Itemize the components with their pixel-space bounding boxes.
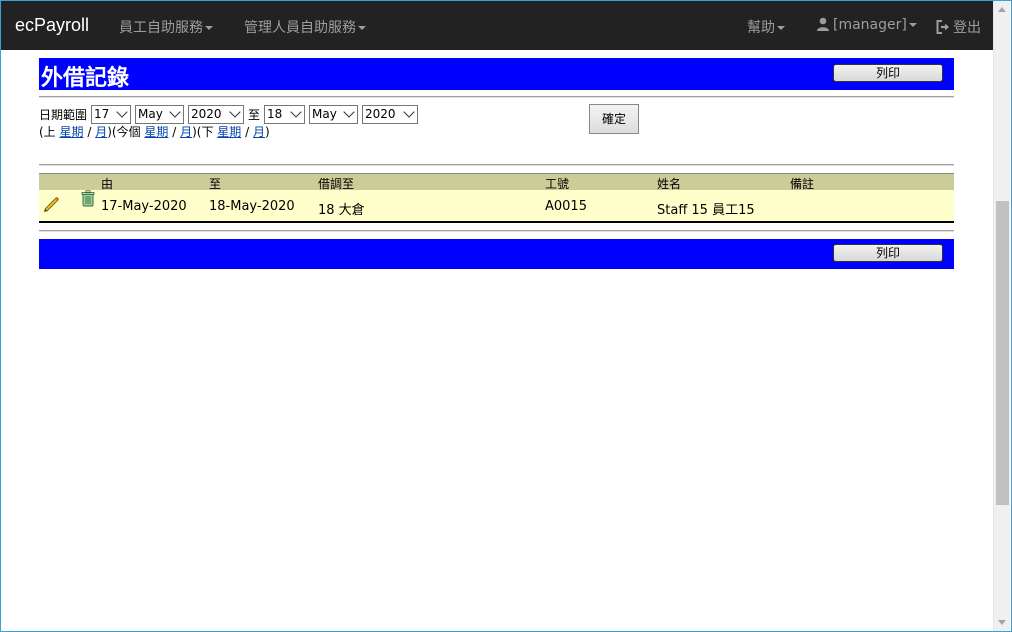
chevron-down-icon — [116, 106, 128, 118]
chevron-down-icon — [343, 106, 355, 118]
page-title: 外借記錄 — [41, 66, 130, 91]
pencil-icon[interactable] — [43, 196, 59, 212]
trash-icon[interactable] — [80, 190, 96, 207]
chevron-down-icon — [358, 26, 366, 30]
vertical-scrollbar[interactable] — [993, 1, 1010, 631]
to-day-value: 18 — [267, 107, 283, 121]
from-day-value: 17 — [94, 107, 110, 121]
chevron-down-icon — [403, 106, 415, 118]
this-week-link[interactable]: 星期 — [144, 125, 168, 139]
cell-from: 17-May-2020 — [101, 199, 187, 214]
to-month-select[interactable]: May — [309, 104, 359, 124]
scroll-thumb[interactable] — [996, 201, 1009, 505]
chevron-down-icon — [205, 26, 213, 30]
menu-user-label: [manager] — [833, 17, 907, 33]
print-button-top[interactable]: 列印 — [833, 64, 943, 82]
menu-employee-label: 員工自助服務 — [119, 20, 203, 36]
to-year-select[interactable]: 2020 — [362, 104, 419, 124]
cell-name: Staff 15 員工15 — [657, 203, 755, 218]
from-year-value: 2020 — [191, 107, 222, 121]
date-range-separator: 至 — [248, 107, 261, 122]
divider — [39, 96, 954, 98]
link-slash: / — [168, 125, 181, 139]
links-close: ) — [264, 125, 270, 139]
from-month-value: May — [138, 107, 163, 121]
logout-icon — [936, 20, 949, 34]
table-header: 由 至 借調至 工號 姓名 備註 — [39, 173, 954, 191]
to-year-value: 2020 — [365, 107, 396, 121]
menu-help-label: 幫助 — [747, 20, 775, 36]
chevron-down-icon — [777, 26, 785, 30]
link-slash: / — [241, 125, 253, 139]
next-prefix: )(下 — [192, 125, 218, 139]
cell-to: 18-May-2020 — [209, 199, 295, 214]
title-bar: 外借記錄 列印 — [39, 58, 954, 91]
menu-manager-label: 管理人員自助服務 — [244, 20, 356, 36]
cell-transfer-to: 18 大倉 — [318, 203, 365, 218]
menu-logout[interactable]: 登出 — [936, 17, 981, 37]
from-month-select[interactable]: May — [135, 104, 185, 124]
divider — [39, 230, 954, 232]
user-icon — [817, 17, 829, 31]
menu-manager-self-service[interactable]: 管理人員自助服務 — [244, 17, 366, 37]
scroll-up-icon[interactable] — [998, 7, 1006, 12]
this-month-link[interactable]: 月 — [180, 125, 192, 139]
next-month-link[interactable]: 月 — [253, 125, 265, 139]
divider — [39, 164, 954, 166]
prev-week-link[interactable]: 星期 — [60, 125, 84, 139]
prev-prefix: (上 — [39, 125, 60, 139]
date-range-label: 日期範圍 — [39, 107, 88, 122]
chevron-down-icon — [169, 106, 181, 118]
table-row: 17-May-2020 18-May-2020 18 大倉 A0015 Staf… — [39, 190, 954, 223]
chevron-down-icon — [290, 106, 302, 118]
top-navbar: ecPayroll 員工自助服務 管理人員自助服務 幫助 [manager] 登… — [1, 1, 993, 50]
prev-month-link[interactable]: 月 — [95, 125, 107, 139]
from-day-select[interactable]: 17 — [91, 104, 132, 124]
brand-logo[interactable]: ecPayroll — [15, 15, 89, 36]
to-day-select[interactable]: 18 — [264, 104, 306, 124]
chevron-down-icon — [908, 23, 917, 27]
window-frame — [0, 0, 1012, 632]
link-slash: / — [83, 125, 96, 139]
next-week-link[interactable]: 星期 — [217, 125, 241, 139]
menu-help[interactable]: 幫助 — [747, 17, 785, 37]
menu-user[interactable]: [manager] — [816, 17, 917, 33]
quick-range-links: (上 星期 / 月)(今個 星期 / 月)(下 星期 / 月) — [39, 123, 270, 140]
confirm-button[interactable]: 確定 — [589, 104, 639, 134]
from-year-select[interactable]: 2020 — [188, 104, 245, 124]
this-prefix: )(今個 — [107, 125, 145, 139]
chevron-down-icon — [229, 106, 241, 118]
scroll-down-icon[interactable] — [998, 620, 1006, 625]
date-range-filter: 日期範圍 17 May 2020 至 18 May 2020 — [39, 104, 419, 124]
print-button-bottom[interactable]: 列印 — [833, 244, 943, 262]
menu-logout-label: 登出 — [953, 20, 981, 36]
cell-employee-no: A0015 — [545, 199, 587, 214]
footer-bar: 列印 — [39, 239, 954, 269]
menu-employee-self-service[interactable]: 員工自助服務 — [119, 17, 213, 37]
to-month-value: May — [312, 107, 337, 121]
